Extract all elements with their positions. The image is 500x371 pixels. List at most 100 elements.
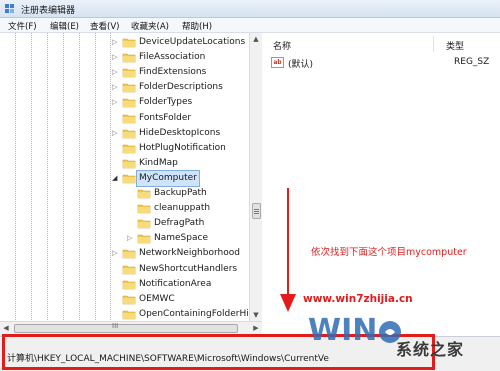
tree-guide-line — [15, 33, 16, 336]
tree-guide-line — [63, 33, 64, 336]
folder-icon — [122, 265, 136, 274]
tree-guide-line — [95, 33, 96, 336]
tree-item-networkneighborhood[interactable]: ▷ NetworkNeighborhood — [112, 246, 261, 261]
expand-icon[interactable]: ▷ — [112, 53, 119, 62]
menu-favorites[interactable]: 收藏夹(A) — [131, 20, 169, 32]
annotation-text: 依次找到下面这个项目mycomputer — [311, 247, 467, 258]
tree-item-defragpath[interactable]: DefragPath — [127, 216, 261, 231]
tree-item-label: OpenContainingFolderHic — [139, 308, 254, 319]
tree-item-hotplugnotification[interactable]: HotPlugNotification — [112, 141, 261, 156]
tree-item-label: DefragPath — [154, 218, 205, 229]
win7-logo-icon: WIN — [308, 313, 401, 344]
column-header-type[interactable]: 类型 — [446, 39, 464, 52]
vertical-scroll-thumb[interactable] — [252, 203, 261, 219]
folder-open-icon — [122, 174, 136, 184]
tree-item-foldertypes[interactable]: ▷ FolderTypes — [112, 95, 261, 110]
column-header-name[interactable]: 名称 — [273, 39, 291, 52]
tree-item-cleanuppath[interactable]: cleanuppath — [127, 201, 261, 216]
folder-icon — [122, 38, 136, 48]
tree-item-label: KindMap — [139, 157, 178, 168]
folder-icon — [122, 68, 136, 78]
tree-guide-line — [110, 33, 111, 336]
scroll-left-icon[interactable]: ◀ — [0, 322, 12, 334]
expand-icon[interactable]: ▷ — [112, 83, 119, 92]
tree-item-hidedesktopicons[interactable]: ▷ HideDesktopIcons — [112, 126, 261, 141]
tree-item-fileassociation[interactable]: ▷ FileAssociation — [112, 50, 261, 65]
tree-item-label: FolderDescriptions — [139, 82, 223, 93]
tree-item-newshortcuthandlers[interactable]: NewShortcutHandlers — [112, 262, 261, 277]
value-type: REG_SZ — [454, 57, 490, 67]
folder-icon — [122, 129, 136, 138]
tree-item-label: NewShortcutHandlers — [139, 263, 238, 274]
tree-guide-line — [79, 33, 80, 336]
tree-item-folderdescriptions[interactable]: ▷ FolderDescriptions — [112, 80, 261, 95]
column-divider[interactable] — [433, 36, 434, 52]
folder-icon — [122, 280, 136, 289]
tree-guide-line — [47, 33, 48, 336]
folder-icon — [122, 310, 136, 320]
menu-help[interactable]: 帮助(H) — [182, 20, 212, 32]
tree-item-oemwc[interactable]: OEMWC — [112, 292, 261, 307]
window-title: 注册表编辑器 — [21, 6, 76, 16]
scroll-right-icon[interactable]: ▶ — [250, 322, 262, 334]
folder-icon — [122, 250, 136, 259]
regedit-app-icon — [5, 4, 14, 13]
expand-icon[interactable]: ▷ — [112, 249, 119, 258]
grip-line — [254, 213, 259, 214]
tree-item-label: HideDesktopIcons — [139, 127, 221, 138]
folder-icon — [137, 234, 151, 244]
folder-icon — [137, 189, 151, 199]
folder-icon — [122, 83, 136, 93]
expand-icon[interactable]: ▷ — [127, 234, 134, 243]
menu-bar: 文件(F) 编辑(E) 查看(V) 收藏夹(A) 帮助(H) — [0, 18, 500, 33]
value-row-default[interactable]: ab (默认) REG_SZ — [271, 56, 497, 70]
tree-item-label: cleanuppath — [154, 203, 211, 214]
tree-item-backuppath[interactable]: BackupPath — [127, 186, 261, 201]
tree-item-label: FolderTypes — [139, 97, 193, 108]
expand-icon[interactable]: ▷ — [112, 129, 119, 138]
title-bar: 注册表编辑器 — [0, 0, 500, 18]
collapse-icon[interactable]: ◢ — [112, 174, 119, 183]
tree-item-findextensions[interactable]: ▷ FindExtensions — [112, 65, 261, 80]
expand-icon[interactable]: ▷ — [112, 68, 119, 77]
menu-file[interactable]: 文件(F) — [8, 20, 37, 32]
tree-item-label: FontsFolder — [139, 112, 192, 123]
scroll-up-icon[interactable]: ▲ — [250, 33, 262, 45]
value-name: (默认) — [288, 60, 314, 70]
scroll-grip-glyph: III — [112, 322, 119, 330]
tree-item-fontsfolder[interactable]: FontsFolder — [112, 111, 261, 126]
registry-tree[interactable]: ▷ DeviceUpdateLocations ▷ FileAssociation ▷ F… — [0, 33, 262, 336]
tree-item-label: FindExtensions — [139, 67, 207, 78]
tree-item-deviceupdatelocations[interactable]: ▷ DeviceUpdateLocations — [112, 35, 261, 50]
tree-item-label: FileAssociation — [139, 52, 206, 63]
folder-icon — [122, 114, 136, 123]
tree-item-label: BackupPath — [154, 188, 207, 198]
tree-item-label: OEMWC — [139, 293, 175, 304]
grip-line — [254, 209, 259, 210]
folder-icon — [122, 53, 136, 63]
tree-item-label: NetworkNeighborhood — [139, 248, 240, 259]
horizontal-scroll-thumb[interactable]: III — [14, 322, 238, 333]
tree-item-label: NameSpace — [154, 233, 208, 244]
menu-view[interactable]: 查看(V) — [90, 20, 119, 32]
expand-icon[interactable]: ▷ — [112, 38, 119, 47]
expand-icon[interactable]: ▷ — [112, 98, 119, 107]
tree-item-label: NotificationArea — [139, 278, 212, 289]
svg-text:WIN: WIN — [308, 313, 377, 344]
tree-item-namespace[interactable]: ▷ NameSpace — [127, 231, 261, 246]
tree-item-opencontainingfolderhic[interactable]: OpenContainingFolderHic — [112, 307, 261, 322]
tree-item-mycomputer[interactable]: ◢ MyComputer — [112, 169, 261, 187]
tree-item-label: MyComputer — [136, 169, 200, 187]
scroll-down-icon[interactable]: ▼ — [250, 309, 262, 321]
folder-icon — [122, 159, 136, 169]
grip-line — [254, 211, 259, 212]
tree-item-notificationarea[interactable]: NotificationArea — [112, 277, 261, 292]
tree-horizontal-scrollbar[interactable]: ◀ III ▶ — [0, 321, 262, 334]
menu-edit[interactable]: 编辑(E) — [50, 20, 79, 32]
folder-icon — [137, 204, 151, 214]
values-list[interactable]: 名称 类型 ab (默认) REG_SZ — [263, 33, 500, 336]
tree-item-label: DeviceUpdateLocations — [139, 37, 246, 47]
tree-item-kindmap[interactable]: KindMap — [112, 156, 261, 171]
tree-vertical-scrollbar[interactable]: ▲ ▼ — [249, 33, 262, 321]
tree-guide-line — [31, 33, 32, 336]
